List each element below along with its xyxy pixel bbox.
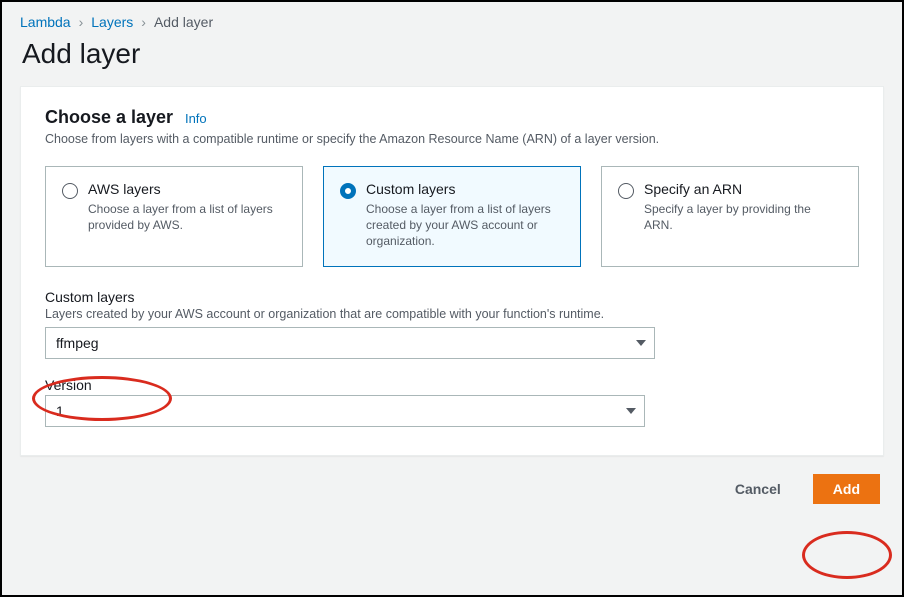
radio-icon [62, 183, 78, 199]
section-description: Choose from layers with a compatible run… [45, 132, 859, 146]
breadcrumb-lambda[interactable]: Lambda [20, 14, 71, 30]
add-button[interactable]: Add [813, 474, 880, 504]
option-custom-layers[interactable]: Custom layers Choose a layer from a list… [323, 166, 581, 267]
option-title: Custom layers [366, 181, 564, 197]
caret-down-icon [626, 408, 636, 414]
choose-layer-panel: Choose a layer Info Choose from layers w… [20, 86, 884, 456]
select-value: 1 [56, 403, 64, 419]
breadcrumb: Lambda › Layers › Add layer [20, 14, 884, 30]
section-title: Choose a layer [45, 107, 173, 128]
chevron-right-icon: › [79, 14, 84, 30]
option-specify-arn[interactable]: Specify an ARN Specify a layer by provid… [601, 166, 859, 267]
cancel-button[interactable]: Cancel [715, 474, 801, 504]
option-title: Specify an ARN [644, 181, 842, 197]
radio-icon [618, 183, 634, 199]
select-value: ffmpeg [56, 335, 99, 351]
chevron-right-icon: › [141, 14, 146, 30]
option-aws-layers[interactable]: AWS layers Choose a layer from a list of… [45, 166, 303, 267]
action-bar: Cancel Add [20, 474, 884, 504]
info-link[interactable]: Info [185, 111, 207, 126]
option-title: AWS layers [88, 181, 286, 197]
radio-icon [340, 183, 356, 199]
option-desc: Choose a layer from a list of layers cre… [366, 201, 564, 250]
option-desc: Specify a layer by providing the ARN. [644, 201, 842, 233]
custom-layers-help: Layers created by your AWS account or or… [45, 307, 859, 321]
caret-down-icon [636, 340, 646, 346]
option-desc: Choose a layer from a list of layers pro… [88, 201, 286, 233]
breadcrumb-current: Add layer [154, 14, 213, 30]
layer-source-options: AWS layers Choose a layer from a list of… [45, 166, 859, 267]
breadcrumb-layers[interactable]: Layers [91, 14, 133, 30]
custom-layers-label: Custom layers [45, 289, 859, 305]
page-title: Add layer [22, 38, 884, 70]
version-select[interactable]: 1 [45, 395, 645, 427]
version-label: Version [45, 377, 859, 393]
annotation-circle-icon [802, 531, 892, 579]
custom-layers-select[interactable]: ffmpeg [45, 327, 655, 359]
